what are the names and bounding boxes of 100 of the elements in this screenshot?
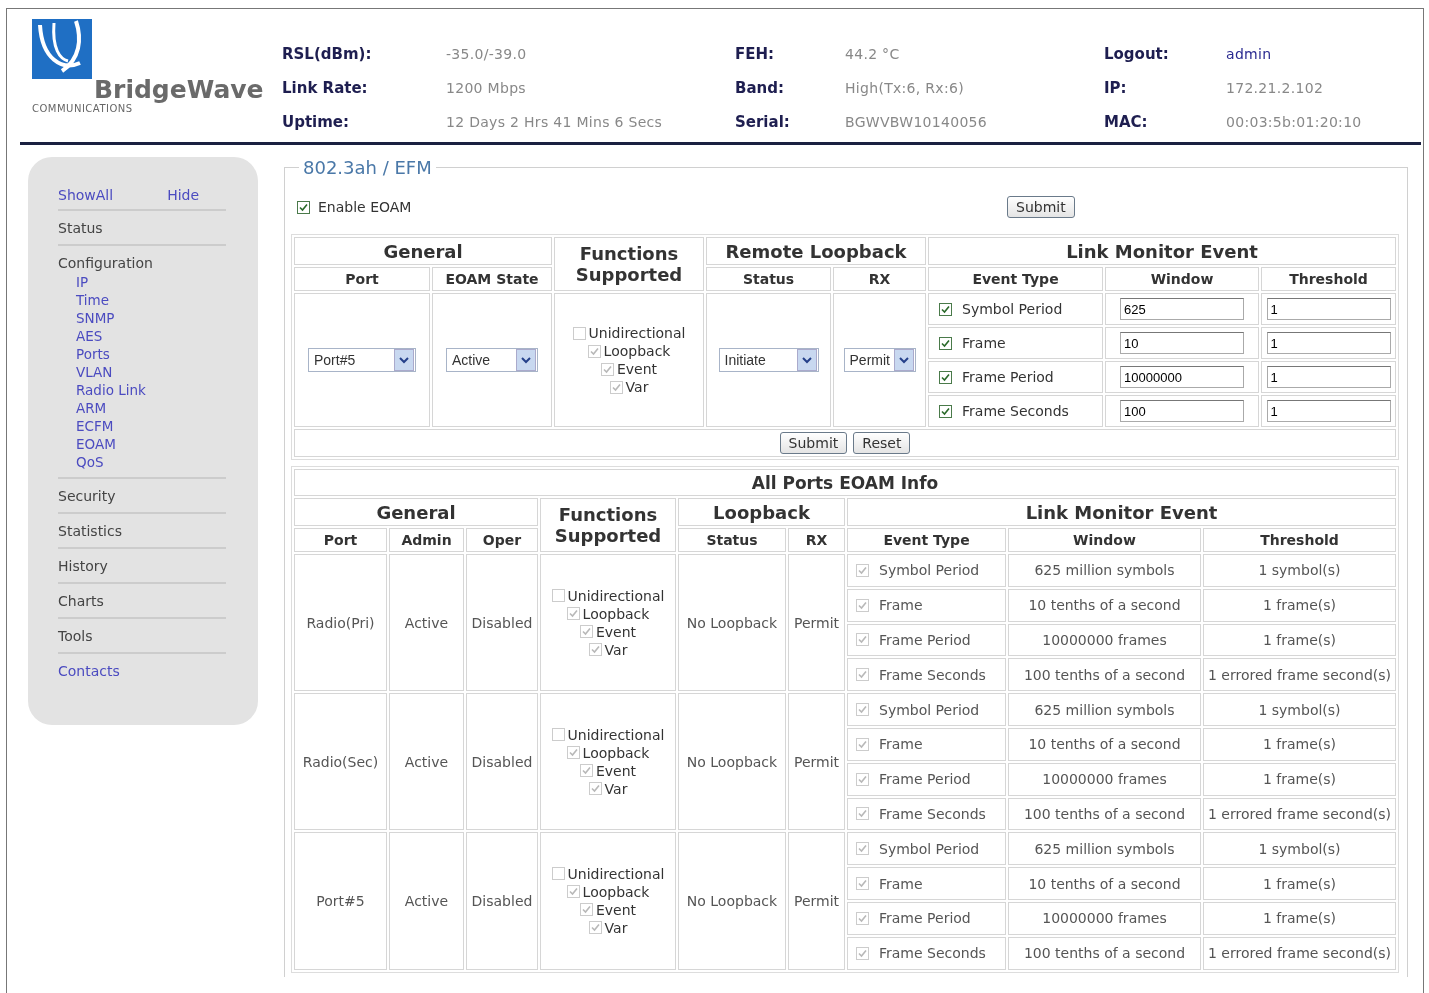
dropdown[interactable]: Port#5 <box>308 348 416 372</box>
menu-link[interactable]: ECFM <box>76 417 226 435</box>
menu-heading[interactable]: Security <box>58 486 226 506</box>
menu-heading[interactable]: Configuration <box>58 253 226 273</box>
checkbox-label: Enable EOAM <box>318 199 412 215</box>
table-cell: 625 million symbols <box>1008 554 1201 587</box>
checkbox-label: Frame Seconds <box>879 666 986 683</box>
table-cell: 100 tenths of a second <box>1008 936 1201 970</box>
menu-link[interactable]: ARM <box>76 399 226 417</box>
brand-tagline: COMMUNICATIONS <box>32 103 133 114</box>
table-cell: 1 frame(s) <box>1203 623 1396 657</box>
logo-icon <box>32 19 92 79</box>
status-value: -35.0/-39.0 <box>446 45 528 64</box>
input-field[interactable]: 10 <box>1120 332 1244 354</box>
status-value: 00:03:5b:01:20:10 <box>1226 113 1363 132</box>
caret-icon[interactable] <box>893 349 914 371</box>
checkbox-label: Frame Period <box>879 632 971 648</box>
caret-icon[interactable] <box>796 349 817 371</box>
table-cell: 1 frame(s) <box>1203 901 1396 935</box>
checkbox[interactable] <box>939 302 952 316</box>
checkbox-label: Loopback <box>582 605 650 622</box>
menu-link[interactable]: Ports <box>76 345 226 363</box>
table-cell: Port#5 <box>294 832 387 970</box>
table-cell: 100 tenths of a second <box>1008 658 1201 692</box>
input-field[interactable]: 1 <box>1266 400 1391 422</box>
menu-link[interactable]: IP <box>76 273 226 291</box>
menu-link[interactable]: SNMP <box>76 309 226 327</box>
table-cell: 1 errored frame second(s) <box>1203 658 1396 692</box>
input-field[interactable]: 1 <box>1266 332 1391 354</box>
menu-heading[interactable]: History <box>58 556 226 576</box>
checkbox-label: Frame Seconds <box>879 945 986 962</box>
column-group-header: Link Monitor Event <box>928 237 1396 265</box>
dropdown[interactable]: Permit <box>843 348 916 372</box>
menu-toggle-link[interactable]: ShowAll <box>58 187 114 203</box>
menu-link[interactable]: EOAM <box>76 435 226 453</box>
checkbox-label: Var <box>604 780 628 797</box>
table-cell: 10000000 frames <box>1008 623 1201 657</box>
table-cell: 625 million symbols <box>1008 693 1201 726</box>
form-button[interactable]: Reset <box>853 432 911 454</box>
input-field[interactable]: 1 <box>1266 366 1391 388</box>
status-value: 44.2 °C <box>845 45 901 64</box>
menu-link[interactable]: Time <box>76 291 226 309</box>
menu-link[interactable]: AES <box>76 327 226 345</box>
table-cell: Radio(Sec) <box>294 693 387 831</box>
input-field[interactable]: 1 <box>1266 298 1391 320</box>
checkbox-label: Frame Seconds <box>879 805 986 822</box>
status-label: FEH: <box>735 44 776 65</box>
table-cell: Active <box>389 832 464 970</box>
menu-heading[interactable]: Tools <box>58 626 226 646</box>
table-cell: Permit <box>788 832 845 970</box>
checkbox-label: Unidirectional <box>567 587 665 604</box>
checkbox-label: Frame Period <box>879 771 971 788</box>
checkbox[interactable] <box>939 370 952 384</box>
menu-link[interactable]: QoS <box>76 453 226 471</box>
input-field[interactable]: 100 <box>1120 400 1244 422</box>
caret-icon[interactable] <box>394 349 414 371</box>
input-field[interactable]: 625 <box>1120 298 1244 320</box>
table-cell: 10000000 frames <box>1008 901 1201 935</box>
status-value: 12 Days 2 Hrs 41 Mins 6 Secs <box>446 113 664 132</box>
status-value: 172.21.2.102 <box>1226 79 1325 98</box>
checkbox[interactable] <box>297 200 310 214</box>
checkbox[interactable] <box>939 336 952 350</box>
table-title: All Ports EOAM Info <box>294 469 1396 496</box>
checkbox-label: Symbol Period <box>879 701 980 718</box>
column-header: Window <box>1008 528 1201 552</box>
menu-link[interactable]: Radio Link <box>76 381 226 399</box>
status-label: Link Rate: <box>282 78 369 99</box>
column-header: Oper <box>466 528 538 552</box>
table-cell: 1 frame(s) <box>1203 728 1396 761</box>
dropdown[interactable]: Initiate <box>718 348 819 372</box>
menu-link[interactable]: VLAN <box>76 363 226 381</box>
column-header: Functions Supported <box>540 498 676 552</box>
status-value: High(Tx:6, Rx:6) <box>845 79 965 98</box>
menu-heading[interactable]: Charts <box>58 591 226 611</box>
table-cell: No Loopback <box>678 832 786 970</box>
column-header: Threshold <box>1203 528 1396 552</box>
column-header: Event Type <box>847 528 1006 552</box>
table-cell: Disabled <box>466 832 538 970</box>
table-cell: 1 frame(s) <box>1203 867 1396 900</box>
checkbox-label: Event <box>595 623 637 640</box>
checkbox-label: Unidirectional <box>567 865 665 882</box>
table-cell: 1 symbol(s) <box>1203 832 1396 866</box>
dropdown[interactable]: Active <box>446 348 538 372</box>
checkbox[interactable] <box>939 404 952 418</box>
status-value: 1200 Mbps <box>446 79 527 98</box>
input-field[interactable]: 10000000 <box>1120 366 1244 388</box>
menu-link[interactable]: Contacts <box>58 663 120 679</box>
caret-icon[interactable] <box>516 349 536 371</box>
submit-button[interactable]: Submit <box>1007 196 1075 218</box>
checkbox-label: Symbol Period <box>962 301 1063 317</box>
menu-heading[interactable]: Statistics <box>58 521 226 541</box>
table-cell: 10000000 frames <box>1008 762 1201 796</box>
checkbox-label: Frame <box>879 597 923 614</box>
menu-heading[interactable]: Status <box>58 218 226 238</box>
form-button[interactable]: Submit <box>779 432 848 454</box>
user-link[interactable]: admin <box>1226 43 1394 65</box>
checkbox-label: Frame Period <box>962 369 1054 385</box>
menu-toggle-link[interactable]: Hide <box>167 187 200 203</box>
panel-title: 802.3ah / EFM <box>302 157 433 178</box>
table-cell: 10 tenths of a second <box>1008 588 1201 622</box>
